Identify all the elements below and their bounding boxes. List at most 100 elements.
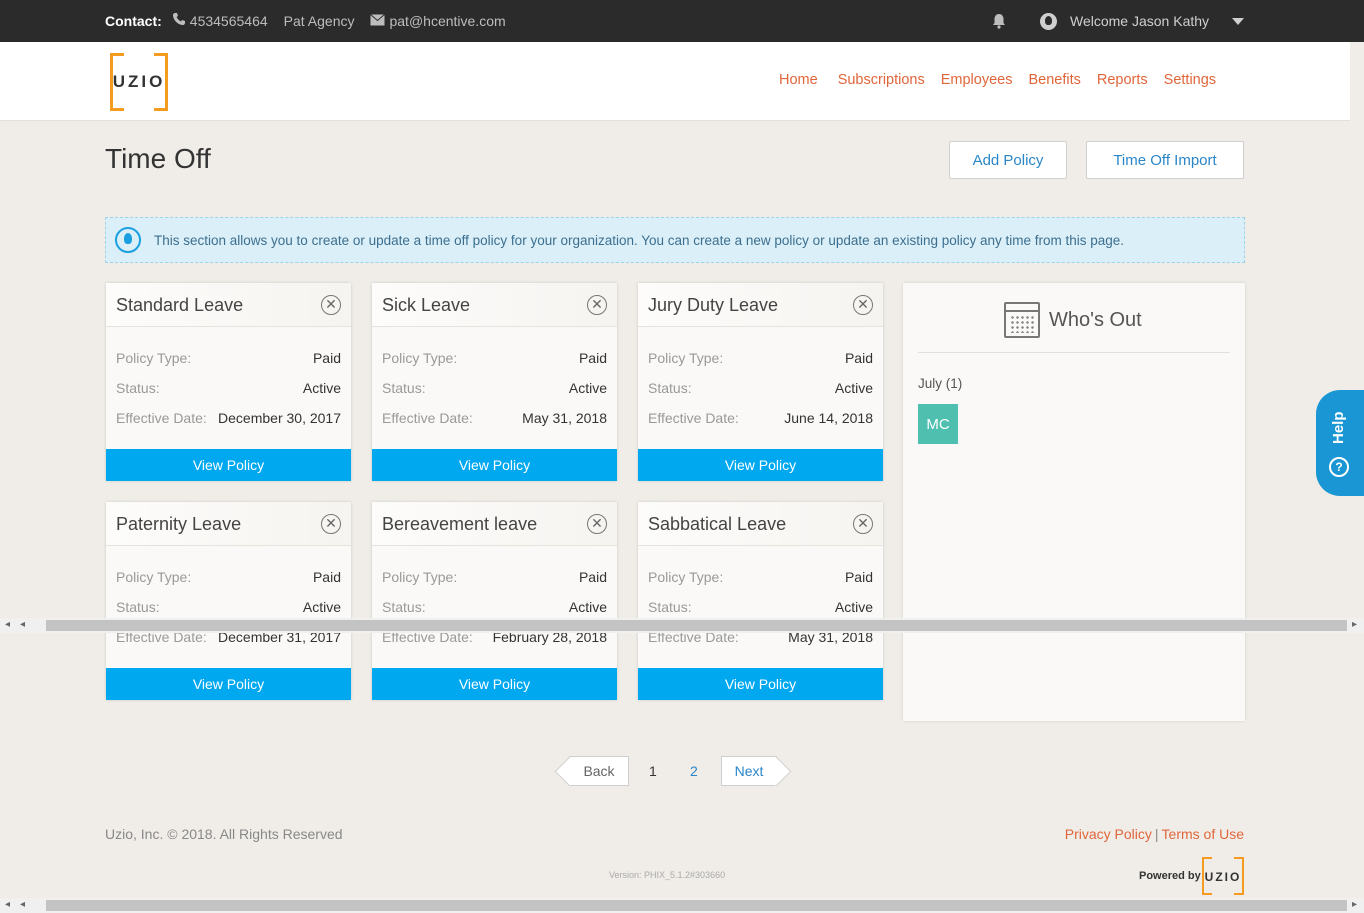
- policy-type-value: Paid: [844, 569, 873, 585]
- status-value: Active: [568, 599, 607, 615]
- main-header: UZIO Home Subscriptions Employees Benefi…: [0, 42, 1350, 121]
- status-label: Status:: [382, 380, 426, 396]
- calendar-icon: [1004, 302, 1040, 338]
- scroll-left-icon[interactable]: ◂: [20, 619, 25, 630]
- time-off-import-button[interactable]: Time Off Import: [1086, 141, 1244, 179]
- policy-name: Standard Leave: [116, 295, 244, 315]
- contact-email[interactable]: pat@hcentive.com: [389, 13, 505, 29]
- powered-by-text: Powered by: [1139, 870, 1201, 882]
- pagination: Back 1 2 Next: [559, 756, 799, 786]
- whos-out-month: July (1): [918, 376, 963, 391]
- scrollbar-thumb[interactable]: [46, 900, 1347, 911]
- scrollbar-thumb[interactable]: [46, 620, 1347, 631]
- privacy-policy-link[interactable]: Privacy Policy: [1065, 826, 1152, 842]
- policy-name: Jury Duty Leave: [648, 295, 779, 315]
- page-number[interactable]: 1: [649, 763, 657, 779]
- status-label: Status:: [116, 599, 160, 615]
- policy-type-label: Policy Type:: [116, 569, 192, 585]
- status-value: Active: [834, 380, 873, 396]
- nav-settings[interactable]: Settings: [1164, 72, 1216, 88]
- effective-date-label: Effective Date:: [648, 410, 739, 426]
- policy-type-label: Policy Type:: [382, 569, 458, 585]
- info-banner: This section allows you to create or upd…: [105, 217, 1245, 263]
- policy-type-value: Paid: [578, 350, 607, 366]
- contact-label: Contact:: [105, 12, 162, 29]
- page-number[interactable]: 2: [690, 763, 698, 779]
- view-policy-button[interactable]: View Policy: [638, 668, 883, 700]
- help-label: Help: [1330, 411, 1347, 444]
- user-icon[interactable]: [1040, 13, 1057, 30]
- effective-date-label: Effective Date:: [382, 410, 473, 426]
- page-title: Time Off: [105, 143, 211, 174]
- help-tab[interactable]: Help ?: [1316, 390, 1364, 496]
- copyright: Uzio, Inc. © 2018. All Rights Reserved: [105, 826, 343, 842]
- close-icon[interactable]: ✕: [853, 514, 873, 534]
- top-bar: Contact: 4534565464 Pat Agency pat@hcent…: [0, 0, 1364, 42]
- effective-date-value: May 31, 2018: [522, 410, 607, 426]
- bell-icon[interactable]: [990, 12, 1008, 30]
- contact-agency: Pat Agency: [283, 12, 355, 29]
- scroll-right-icon[interactable]: ▸: [1352, 619, 1357, 630]
- avatar[interactable]: MC: [918, 404, 958, 444]
- scroll-right-icon[interactable]: ▸: [1352, 899, 1357, 910]
- effective-date-value: December 30, 2017: [218, 410, 341, 426]
- scroll-left-icon[interactable]: ◂: [20, 899, 25, 910]
- view-policy-button[interactable]: View Policy: [106, 668, 351, 700]
- version-text: Version: PHIX_5.1.2#303660: [609, 870, 726, 880]
- powered-by-logo: UZIO: [1202, 856, 1244, 896]
- effective-date-value: June 14, 2018: [784, 410, 873, 426]
- next-button[interactable]: Next: [721, 756, 777, 786]
- view-policy-button[interactable]: View Policy: [106, 449, 351, 481]
- policy-type-value: Paid: [312, 569, 341, 585]
- status-value: Active: [302, 380, 341, 396]
- uzio-logo[interactable]: UZIO: [110, 52, 168, 112]
- legal-links: Privacy Policy | Terms of Use: [1065, 826, 1244, 842]
- effective-date-label: Effective Date:: [116, 410, 207, 426]
- back-button[interactable]: Back: [569, 756, 629, 786]
- powered-logo-text: UZIO: [1204, 870, 1242, 884]
- link-separator: |: [1154, 826, 1159, 842]
- close-icon[interactable]: ✕: [587, 295, 607, 315]
- policy-card: Jury Duty Leave ✕ Policy Type: Paid Status…: [638, 283, 883, 481]
- policy-card: Standard Leave ✕ Policy Type: Paid Status:…: [106, 283, 351, 481]
- welcome-user[interactable]: Welcome Jason Kathy: [1070, 13, 1209, 29]
- close-icon[interactable]: ✕: [587, 514, 607, 534]
- add-policy-button[interactable]: Add Policy: [949, 141, 1067, 179]
- view-policy-button[interactable]: View Policy: [372, 449, 617, 481]
- view-policy-button[interactable]: View Policy: [638, 449, 883, 481]
- contact-phone: 4534565464: [189, 12, 268, 29]
- policy-type-label: Policy Type:: [648, 569, 724, 585]
- nav-home[interactable]: Home: [779, 72, 818, 88]
- policy-type-value: Paid: [578, 569, 607, 585]
- phone-icon: [172, 12, 186, 29]
- nav-reports[interactable]: Reports: [1097, 72, 1148, 88]
- terms-of-use-link[interactable]: Terms of Use: [1162, 826, 1244, 842]
- nav-subscriptions[interactable]: Subscriptions: [838, 72, 925, 88]
- close-icon[interactable]: ✕: [321, 295, 341, 315]
- horizontal-scrollbar[interactable]: ◂ ◂ ▸: [0, 898, 1364, 913]
- whos-out-panel: Who's Out July (1) MC: [903, 283, 1245, 721]
- close-icon[interactable]: ✕: [853, 295, 873, 315]
- next-label: Next: [734, 763, 764, 779]
- contact-info: Contact: 4534565464 Pat Agency pat@hcent…: [105, 12, 506, 29]
- view-policy-button[interactable]: View Policy: [372, 668, 617, 700]
- main-nav: Home Subscriptions Employees Benefits Re…: [779, 72, 1232, 88]
- policy-type-value: Paid: [844, 350, 873, 366]
- policy-card: Paternity Leave ✕ Policy Type: Paid Status…: [106, 502, 351, 700]
- nav-benefits[interactable]: Benefits: [1028, 72, 1080, 88]
- status-value: Active: [834, 599, 873, 615]
- nav-employees[interactable]: Employees: [941, 72, 1013, 88]
- lightbulb-icon: [115, 227, 141, 253]
- horizontal-scrollbar[interactable]: ◂ ◂ ▸: [0, 618, 1364, 633]
- info-text: This section allows you to create or upd…: [154, 232, 1125, 248]
- scroll-left-icon[interactable]: ◂: [5, 899, 10, 910]
- divider: [918, 352, 1230, 353]
- chevron-down-icon[interactable]: [1232, 18, 1244, 25]
- policy-type-label: Policy Type:: [116, 350, 192, 366]
- close-icon[interactable]: ✕: [321, 514, 341, 534]
- policy-type-label: Policy Type:: [648, 350, 724, 366]
- logo-text: UZIO: [112, 72, 166, 91]
- scroll-left-icon[interactable]: ◂: [5, 619, 10, 630]
- status-value: Active: [302, 599, 341, 615]
- status-label: Status:: [116, 380, 160, 396]
